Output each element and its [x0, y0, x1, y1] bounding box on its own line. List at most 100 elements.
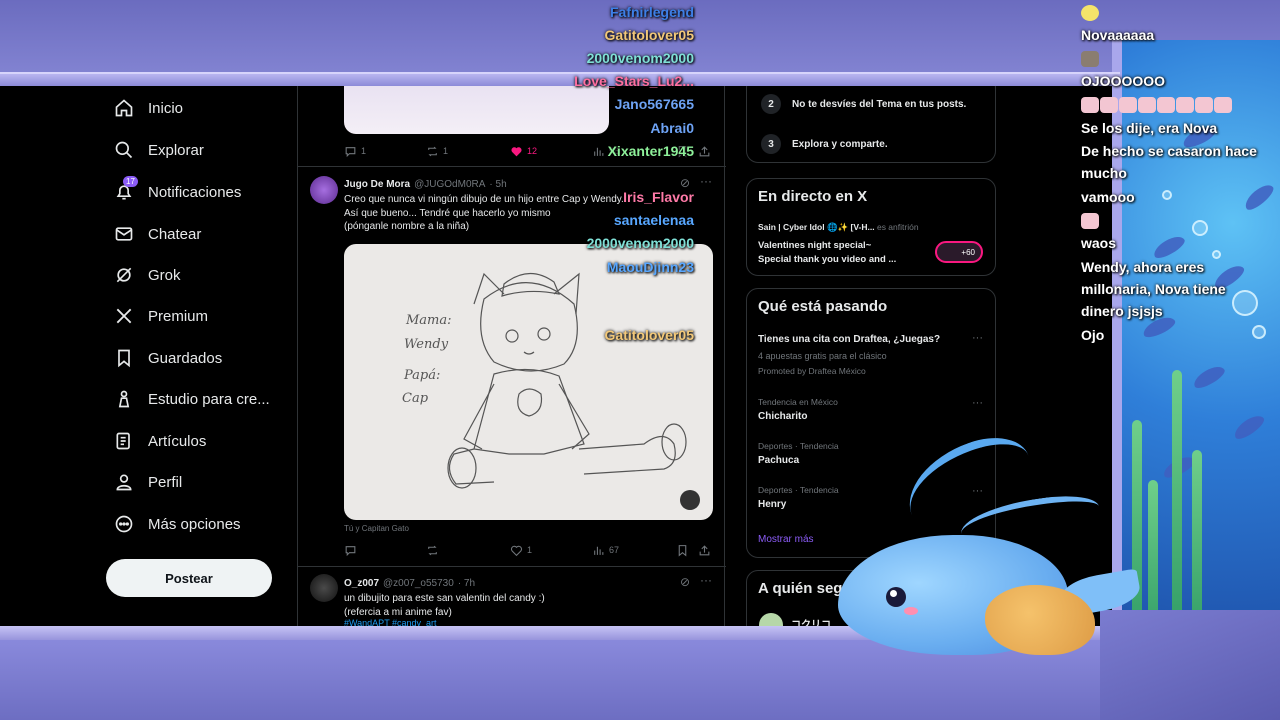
- heart-filled-icon: [511, 146, 522, 156]
- tweet-header: O_z007 @z007_o55730 · 7h: [344, 576, 475, 590]
- chat-text: Wendy, ahora eres millonaria, Nova tiene…: [1081, 259, 1226, 319]
- more-icon[interactable]: ···: [972, 397, 983, 409]
- avatar[interactable]: [759, 613, 783, 626]
- image-tag-caption[interactable]: Tú y Capitan Gato: [344, 524, 409, 533]
- nav-item-profile[interactable]: Perfil: [114, 467, 182, 497]
- nav-item-creator-studio[interactable]: Estudio para cre...: [114, 384, 270, 414]
- whale-eye: [886, 587, 906, 607]
- repost-button[interactable]: 1: [426, 145, 510, 158]
- nav-item-more[interactable]: Más opciones: [114, 509, 241, 539]
- tweet-more-icon[interactable]: ···: [700, 174, 712, 188]
- bookmark-button[interactable]: [676, 544, 698, 557]
- trend-context: Deportes · Tendencia: [758, 485, 839, 495]
- tweet-time[interactable]: · 7h: [458, 578, 475, 589]
- follow-title: A quién segu: [758, 580, 852, 597]
- aquarium-base: [1100, 610, 1280, 720]
- tweet-line: un dibujito para este san valentin del c…: [344, 593, 545, 604]
- grok-explain-icon[interactable]: ⊘: [680, 575, 690, 589]
- chat-username: Xixanter1945: [607, 143, 694, 159]
- chat-username: Iris_Flavor: [623, 189, 694, 205]
- nav-item-bookmarks[interactable]: Guardados: [114, 343, 222, 373]
- article-icon: [114, 431, 134, 451]
- heart-icon: [510, 545, 523, 556]
- image-edit-icon[interactable]: [680, 490, 700, 510]
- chat-text: OJOOOOOO: [1081, 73, 1166, 89]
- nav-label: Premium: [148, 307, 209, 325]
- tweet-image-drawing[interactable]: Mama: Wendy Papá: Cap: [344, 244, 713, 520]
- host-name: Sain | Cyber Idol 🌐✨ [V-H...: [758, 222, 875, 232]
- avatar[interactable]: [310, 176, 338, 204]
- nav-item-notifications[interactable]: 17 Notificaciones: [114, 176, 242, 207]
- emote-icon: [1081, 5, 1099, 22]
- chat-username: MaouDjinn23: [606, 259, 694, 275]
- tweet-actions: 1 67: [344, 541, 714, 559]
- author-handle[interactable]: @JUGOdM0RA: [414, 179, 485, 190]
- author-name[interactable]: O_z007: [344, 578, 379, 589]
- rule-number: 3: [761, 134, 781, 154]
- reply-button[interactable]: 1: [344, 145, 426, 158]
- creator-studio-icon: [114, 389, 134, 409]
- previous-tweet-image[interactable]: [344, 86, 609, 134]
- sketch-illustration: Mama: Wendy Papá: Cap: [402, 272, 700, 510]
- chat-text: [1081, 93, 1271, 115]
- like-button[interactable]: 1: [510, 544, 592, 557]
- emote-icon: [1195, 97, 1213, 114]
- tweet-more-icon[interactable]: ···: [700, 573, 712, 587]
- share-icon: [699, 544, 710, 555]
- reply-icon: [345, 146, 356, 157]
- nav-item-chat[interactable]: Chatear: [114, 219, 201, 249]
- nav-item-premium[interactable]: Premium: [114, 301, 208, 331]
- trend-name[interactable]: Pachuca: [758, 455, 799, 466]
- emote-icon: [1081, 51, 1099, 68]
- nav-item-home[interactable]: Inicio: [114, 93, 183, 123]
- nav-label: Notificaciones: [148, 183, 242, 201]
- avatar[interactable]: [310, 574, 338, 602]
- post-button[interactable]: Postear: [106, 559, 272, 597]
- views-button[interactable]: 67: [592, 544, 676, 557]
- tweet-header: Jugo De Mora @JUGOdM0RA · 5h: [344, 177, 507, 191]
- notification-count-badge: 17: [123, 176, 138, 187]
- person-icon: [114, 472, 134, 492]
- chat-username: 2000venom2000: [586, 50, 694, 66]
- share-button[interactable]: [698, 544, 711, 557]
- nav-label: Perfil: [148, 473, 183, 491]
- seaweed-decoration: [1172, 370, 1182, 650]
- chat-username: 2000venom2000: [586, 235, 694, 251]
- tweet-separator: [298, 566, 726, 567]
- nav-item-articles[interactable]: Artículos: [114, 426, 206, 456]
- like-count: 1: [527, 545, 533, 555]
- chat-username: Fafnirlegend: [609, 4, 694, 20]
- rule-text: Explora y comparte.: [792, 138, 888, 150]
- trend-name[interactable]: Chicharito: [758, 411, 807, 422]
- sidebar-nav: Inicio Explorar 17 Notificaciones Chatea…: [106, 86, 296, 626]
- follow-user-name[interactable]: コクリコ: [791, 616, 831, 626]
- chat-text: waos: [1081, 235, 1117, 251]
- view-count: 67: [609, 545, 620, 555]
- trend-name[interactable]: Henry: [758, 499, 786, 510]
- tweet-time[interactable]: · 5h: [489, 179, 506, 190]
- chat-username: Abrai0: [650, 120, 694, 136]
- share-button[interactable]: [698, 145, 711, 158]
- live-host[interactable]: Sain | Cyber Idol 🌐✨ [V-H... es anfitrió…: [758, 222, 919, 233]
- like-count: 12: [527, 146, 538, 156]
- nav-label: Guardados: [148, 349, 223, 367]
- reply-count: 1: [361, 146, 367, 156]
- reply-button[interactable]: [344, 544, 426, 557]
- live-description[interactable]: Special thank you video and ...: [758, 254, 896, 265]
- chat-text: Novaaaaaa: [1081, 27, 1155, 43]
- repost-button[interactable]: [426, 544, 510, 557]
- live-description[interactable]: Valentines night special~: [758, 240, 871, 251]
- hashtag-link[interactable]: #WandAPT #candy_art: [344, 618, 437, 626]
- nav-label: Chatear: [148, 225, 202, 243]
- emote-icon: [1081, 97, 1099, 114]
- nav-item-explore[interactable]: Explorar: [114, 135, 204, 165]
- show-more-link[interactable]: Mostrar más: [758, 534, 814, 545]
- author-name[interactable]: Jugo De Mora: [344, 179, 410, 190]
- author-handle[interactable]: @z007_o55730: [383, 578, 454, 589]
- nav-item-grok[interactable]: Grok: [114, 260, 181, 290]
- tweet-text: un dibujito para este san valentin del c…: [344, 592, 714, 619]
- bookmark-icon: [678, 544, 687, 557]
- nav-label: Grok: [148, 266, 181, 284]
- chat-username: Gatitolover05: [604, 327, 694, 343]
- like-button[interactable]: 12: [510, 145, 592, 158]
